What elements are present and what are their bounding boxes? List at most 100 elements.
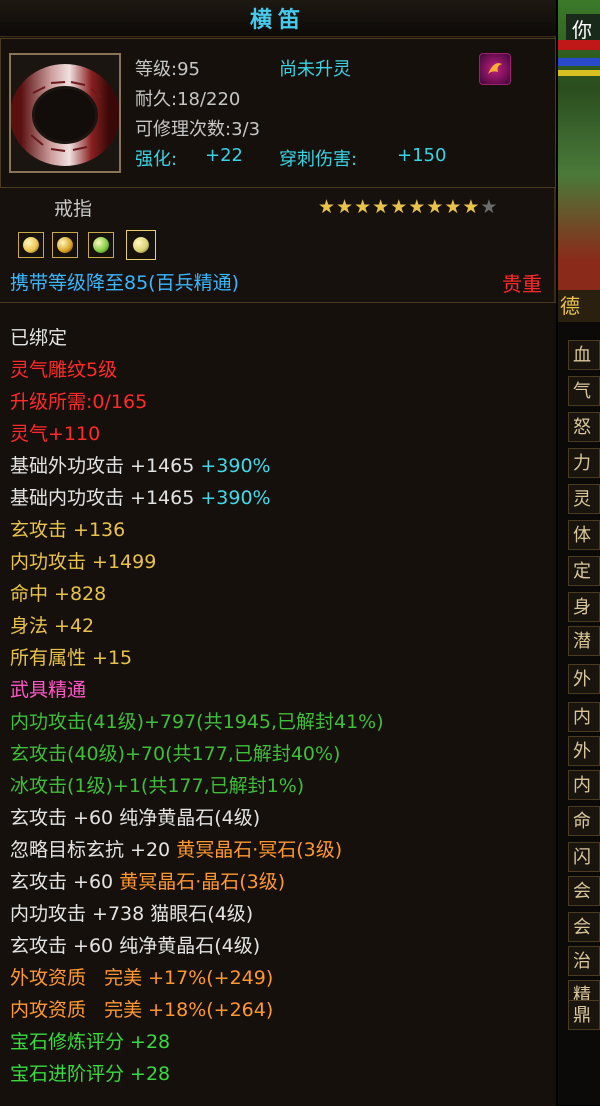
spirit-emblem-icon xyxy=(479,53,511,85)
gem-stat: 玄攻击 +60 xyxy=(10,807,114,829)
item-type-row: 戒指 ★★★★★★★★★★ 携带等级降至85(百兵精通) 贵重 xyxy=(0,190,556,300)
background-side-panel: 你 德 血气怒力灵体定身潜外内外内命闪会会治精鼎 xyxy=(558,0,600,1105)
title-bar: 横笛 xyxy=(0,0,556,37)
base-ext-attack: 基础外功攻击 +1465 +390% xyxy=(10,451,271,478)
mastery-line: 内功攻击(41级)+797(共1945,已解封41%) xyxy=(10,711,384,733)
bound-status: 已绑定 xyxy=(10,327,68,349)
mastery-line: 玄攻击(40级)+70(共177,已解封40%) xyxy=(10,743,341,765)
item-tooltip: 横笛 等级:95 尚未升灵 耐久:18/220 可修理次数:3/3 强化: +2… xyxy=(0,0,556,1106)
enhance-value: +22 xyxy=(205,145,243,166)
base-ext-attack-value: 基础外功攻击 +1465 xyxy=(10,455,195,477)
gem-bonus-line: 玄攻击 +60 纯净黄晶石(4级) xyxy=(10,803,260,830)
gem-bonus-line: 玄攻击 +60 黄冥晶石·晶石(3级) xyxy=(10,867,285,894)
engrave-level: 灵气雕纹5级 xyxy=(10,359,118,381)
agility: 身法 +42 xyxy=(10,615,95,637)
side-tab[interactable]: 鼎 xyxy=(568,1000,600,1030)
base-int-attack: 基础内功攻击 +1465 +390% xyxy=(10,483,271,510)
rarity-label: 贵重 xyxy=(502,272,542,296)
item-icon-frame xyxy=(9,53,121,173)
side-tab[interactable]: 命 xyxy=(568,806,600,836)
int-quality-label: 内攻资质 xyxy=(10,999,87,1021)
star-rating: ★★★★★★★★★★ xyxy=(318,196,498,218)
item-type: 戒指 xyxy=(54,198,93,220)
item-level: 等级:95 xyxy=(135,59,200,80)
side-tab[interactable]: 外 xyxy=(568,736,600,766)
pierce-value: +150 xyxy=(397,145,447,166)
side-tab[interactable]: 内 xyxy=(568,702,600,732)
base-ext-attack-pct: +390% xyxy=(200,455,271,477)
gem-slot-icon xyxy=(52,232,78,258)
side-tab[interactable]: 怒 xyxy=(568,412,600,442)
star-icon: ★ xyxy=(318,196,337,218)
side-tab[interactable]: 潜 xyxy=(568,626,600,656)
gem-stat: 玄攻击 +60 xyxy=(10,935,114,957)
mana-bar xyxy=(558,58,600,66)
base-int-attack-value: 基础内功攻击 +1465 xyxy=(10,487,195,509)
side-tab[interactable]: 定 xyxy=(568,556,600,586)
gem-bonus-line: 内功攻击 +738 猫眼石(4级) xyxy=(10,899,253,926)
gem-name: 纯净黄晶石(4级) xyxy=(119,807,261,829)
int-quality-value: 完美 +18%(+264) xyxy=(104,999,274,1021)
side-top-label: 你 xyxy=(566,14,600,42)
base-int-attack-pct: +390% xyxy=(200,487,271,509)
hit-rating: 命中 +828 xyxy=(10,583,107,605)
enhance-label: 强化: xyxy=(135,149,178,170)
int-attack: 内功攻击 +1499 xyxy=(10,551,157,573)
side-tab[interactable]: 会 xyxy=(568,876,600,906)
star-icon: ★ xyxy=(480,196,499,218)
star-icon: ★ xyxy=(426,196,445,218)
side-tab[interactable]: 闪 xyxy=(568,842,600,872)
ring-icon xyxy=(10,64,120,166)
ext-quality: 外攻资质 完美 +17%(+249) xyxy=(10,963,273,990)
side-tab[interactable]: 内 xyxy=(568,770,600,800)
ext-quality-label: 外攻资质 xyxy=(10,967,87,989)
gem-slot-icon xyxy=(88,232,114,258)
mastery-line: 冰攻击(1级)+1(共177,已解封1%) xyxy=(10,775,305,797)
side-tab[interactable]: 灵 xyxy=(568,484,600,514)
gem-name: 纯净黄晶石(4级) xyxy=(119,935,261,957)
gem-stat: 玄攻击 +60 xyxy=(10,871,114,893)
pierce-label: 穿刺伤害: xyxy=(279,149,358,170)
side-tab[interactable]: 身 xyxy=(568,592,600,622)
gem-stat: 内功攻击 +738 xyxy=(10,903,145,925)
item-header: 等级:95 尚未升灵 耐久:18/220 可修理次数:3/3 强化: +22 穿… xyxy=(0,38,556,188)
gem-name: 黄冥晶石·晶石(3级) xyxy=(119,871,286,893)
side-tab[interactable]: 气 xyxy=(568,376,600,406)
star-icon: ★ xyxy=(336,196,355,218)
gem-bonus-line: 忽略目标玄抗 +20 黄冥晶石·冥石(3级) xyxy=(10,835,342,862)
weapon-mastery-header: 武具精通 xyxy=(10,679,87,701)
gem-slot-icon xyxy=(126,230,156,260)
durability: 耐久:18/220 xyxy=(135,89,241,110)
spirit-status: 尚未升灵 xyxy=(279,59,351,80)
side-tab[interactable]: 血 xyxy=(568,340,600,370)
item-title: 横笛 xyxy=(249,8,306,33)
scene-background: 你 xyxy=(558,0,600,290)
side-tab[interactable]: 外 xyxy=(568,664,600,694)
carry-level-note: 携带等级降至85(百兵精通) xyxy=(10,272,240,294)
gem-slot-icon xyxy=(18,232,44,258)
health-bar xyxy=(558,40,600,50)
gem-refine-score: 宝石修炼评分 +28 xyxy=(10,1031,171,1053)
item-attributes: 已绑定 灵气雕纹5级 升级所需:0/165 灵气+110 基础外功攻击 +146… xyxy=(0,302,556,1106)
star-icon: ★ xyxy=(462,196,481,218)
gem-name: 黄冥晶石·冥石(3级) xyxy=(176,839,343,861)
all-attributes: 所有属性 +15 xyxy=(10,647,133,669)
star-icon: ★ xyxy=(444,196,463,218)
int-quality: 内攻资质 完美 +18%(+264) xyxy=(10,995,273,1022)
side-tab[interactable]: 体 xyxy=(568,520,600,550)
spirit-bonus: 灵气+110 xyxy=(10,423,101,445)
star-icon: ★ xyxy=(408,196,427,218)
star-icon: ★ xyxy=(390,196,409,218)
gem-advance-score: 宝石进阶评分 +28 xyxy=(10,1063,171,1085)
repair-count: 可修理次数:3/3 xyxy=(135,119,261,140)
energy-bar xyxy=(558,70,600,76)
gem-name: 猫眼石(4级) xyxy=(150,903,254,925)
side-tab[interactable]: 治 xyxy=(568,946,600,976)
star-icon: ★ xyxy=(372,196,391,218)
ext-quality-value: 完美 +17%(+249) xyxy=(104,967,274,989)
side-panel-header: 德 xyxy=(558,290,600,322)
gem-bonus-line: 玄攻击 +60 纯净黄晶石(4级) xyxy=(10,931,260,958)
side-tab[interactable]: 会 xyxy=(568,912,600,942)
upgrade-requirement: 升级所需:0/165 xyxy=(10,391,148,413)
side-tab[interactable]: 力 xyxy=(568,448,600,478)
